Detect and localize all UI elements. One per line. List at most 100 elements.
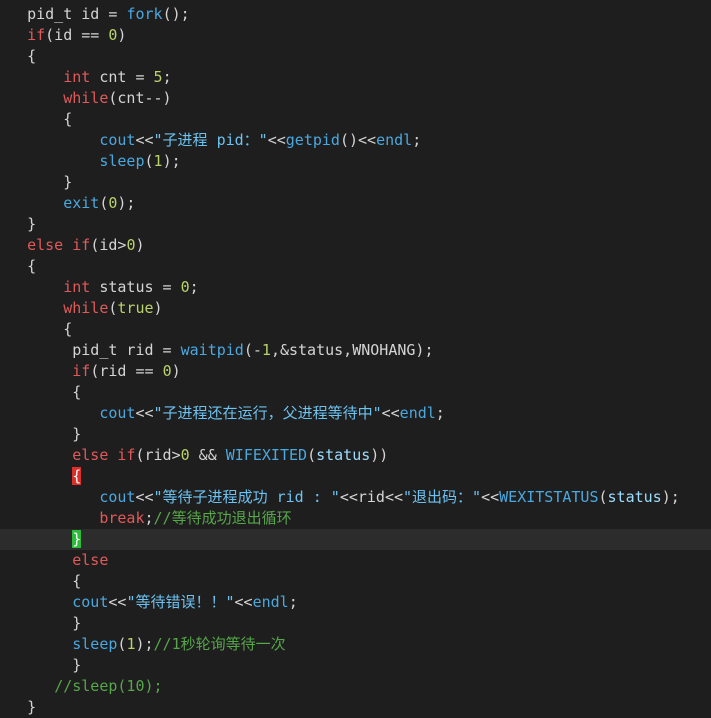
code-line[interactable]: } (0, 172, 711, 193)
code-token: { (0, 320, 73, 338)
code-line[interactable]: sleep(1); (0, 151, 711, 172)
code-line[interactable]: //sleep(10); (0, 676, 711, 697)
code-line[interactable]: cout<<"等待错误！！"<<endl; (0, 592, 711, 613)
code-token: ; (144, 509, 154, 527)
code-token: (rid == (90, 362, 163, 380)
code-token: //1秒轮询等待一次 (153, 635, 286, 653)
code-line[interactable]: if(id == 0) (0, 25, 711, 46)
code-token: } (0, 215, 37, 233)
code-token: 0 (180, 278, 190, 296)
code-line[interactable]: } (0, 529, 711, 550)
code-token: ) (171, 362, 181, 380)
code-token: status = (90, 278, 181, 296)
code-token: ) (117, 26, 127, 44)
code-token: //等待成功退出循环 (153, 509, 292, 527)
code-token: cout (72, 593, 109, 611)
code-line[interactable]: break;//等待成功退出循环 (0, 508, 711, 529)
code-line[interactable]: else (0, 550, 711, 571)
code-token: sleep (72, 635, 118, 653)
code-line[interactable]: cout<<"等待子进程成功 rid : "<<rid<<"退出码："<<WEX… (0, 487, 711, 508)
code-token: if (27, 26, 46, 44)
code-line[interactable]: exit(0); (0, 193, 711, 214)
code-token: ( (307, 446, 317, 464)
code-line[interactable]: if(rid == 0) (0, 361, 711, 382)
code-token: (id == (45, 26, 109, 44)
code-editor[interactable]: pid_t id = fork(); if(id == 0) { int cnt… (0, 0, 711, 717)
code-token: ; (189, 278, 199, 296)
code-token: ( (598, 488, 608, 506)
code-line[interactable]: else if(id>0) (0, 235, 711, 256)
code-token: << (267, 131, 286, 149)
code-line[interactable]: } (0, 424, 711, 445)
code-token: (cnt--) (108, 89, 172, 107)
code-token: << (135, 131, 154, 149)
code-token: 0 (162, 362, 172, 380)
code-line[interactable]: while(true) (0, 298, 711, 319)
code-token: << (135, 488, 154, 506)
code-line[interactable]: else if(rid>0 && WIFEXITED(status)) (0, 445, 711, 466)
code-token: { (0, 110, 73, 128)
code-token: << (108, 593, 127, 611)
code-token: ); (135, 635, 154, 653)
code-line[interactable]: } (0, 697, 711, 718)
code-token: ) (135, 236, 145, 254)
code-line[interactable]: { (0, 256, 711, 277)
code-line[interactable]: { (0, 319, 711, 340)
code-token: cout (99, 488, 136, 506)
code-token: //sleep(10); (54, 677, 163, 695)
code-token: "退出码：" (403, 488, 482, 506)
code-token: cout (99, 131, 136, 149)
code-token: int (63, 68, 91, 86)
code-token: { (0, 383, 82, 401)
code-token: ); (661, 488, 680, 506)
code-token: <<rid<< (339, 488, 404, 506)
code-token: } (0, 656, 82, 674)
code-line[interactable]: } (0, 655, 711, 676)
code-line[interactable]: { (0, 109, 711, 130)
code-token: { (0, 47, 37, 65)
code-token: "等待错误！！" (126, 593, 235, 611)
code-line[interactable]: } (0, 214, 711, 235)
code-line[interactable]: { (0, 571, 711, 592)
code-line[interactable]: while(cnt--) (0, 88, 711, 109)
code-token: (); (162, 5, 190, 23)
code-token: } (0, 614, 82, 632)
code-line[interactable]: int cnt = 5; (0, 67, 711, 88)
code-token: status (607, 488, 662, 506)
code-line[interactable]: } (0, 613, 711, 634)
code-line[interactable]: sleep(1);//1秒轮询等待一次 (0, 634, 711, 655)
code-token: true (117, 299, 154, 317)
code-token: (rid> (135, 446, 181, 464)
code-line[interactable]: { (0, 46, 711, 67)
code-token: } (0, 698, 37, 716)
code-line[interactable]: pid_t rid = waitpid(-1,&status,WNOHANG); (0, 340, 711, 361)
code-line[interactable]: { (0, 466, 711, 487)
code-token: status (316, 446, 371, 464)
code-token: << (234, 593, 253, 611)
code-line[interactable]: pid_t id = fork(); (0, 4, 711, 25)
code-token: (id> (90, 236, 127, 254)
code-token: 1 (261, 341, 271, 359)
code-token: } (72, 530, 82, 548)
code-token: if (72, 362, 91, 380)
code-token: } (0, 173, 73, 191)
code-line[interactable]: cout<<"子进程还在运行，父进程等待中"<<endl; (0, 403, 711, 424)
code-token: ; (412, 131, 422, 149)
code-line[interactable]: int status = 0; (0, 277, 711, 298)
code-token: cout (99, 404, 136, 422)
code-line[interactable]: { (0, 382, 711, 403)
code-line[interactable]: cout<<"子进程 pid："<<getpid()<<endl; (0, 130, 711, 151)
code-token: getpid (285, 131, 340, 149)
code-token: else if (27, 236, 91, 254)
